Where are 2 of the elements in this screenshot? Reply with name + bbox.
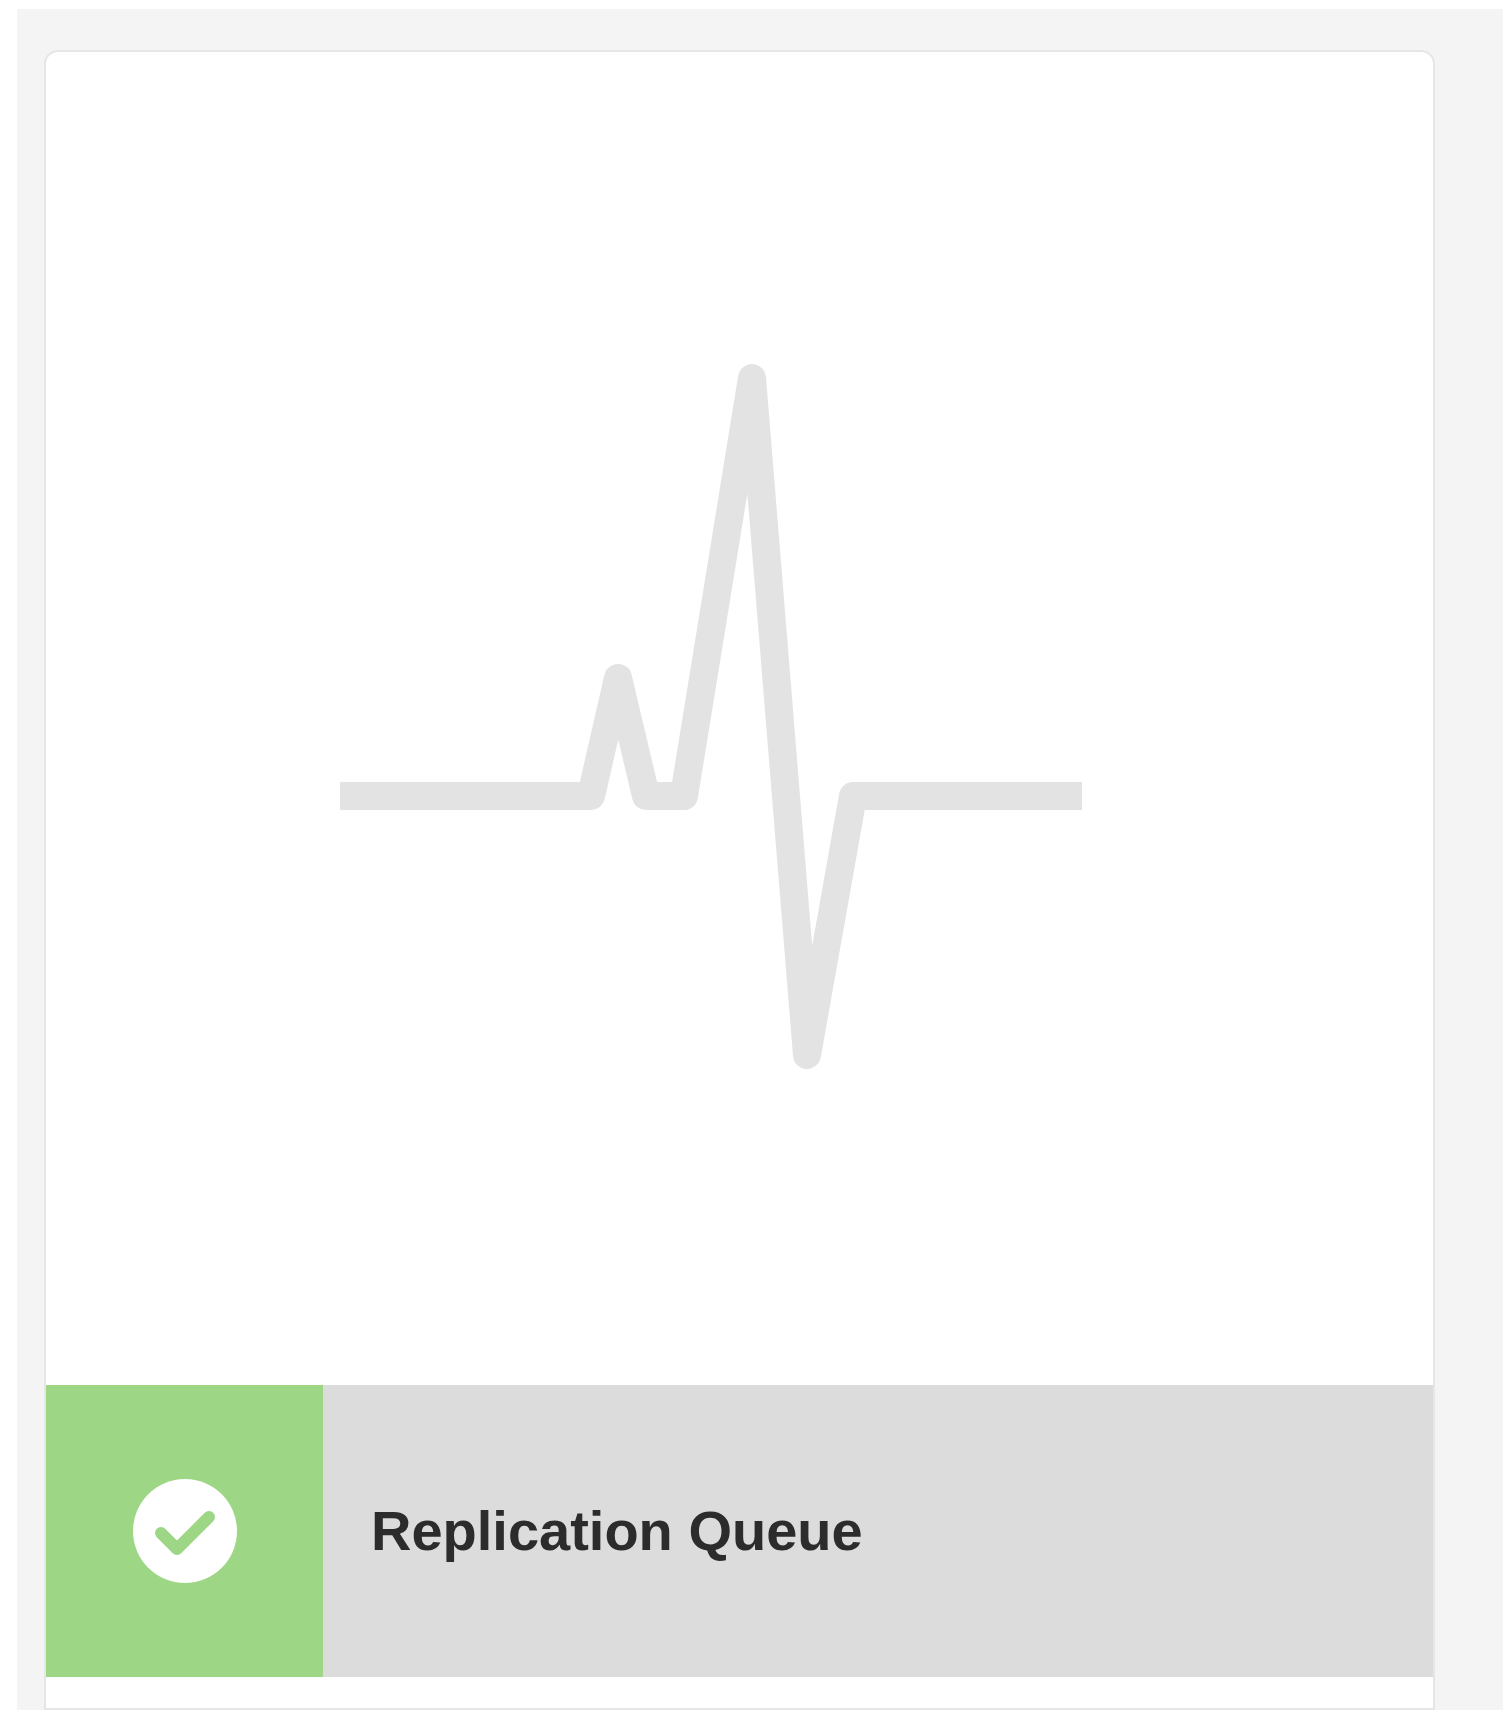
card-title: Replication Queue xyxy=(371,1498,863,1564)
check-icon xyxy=(132,1479,237,1583)
